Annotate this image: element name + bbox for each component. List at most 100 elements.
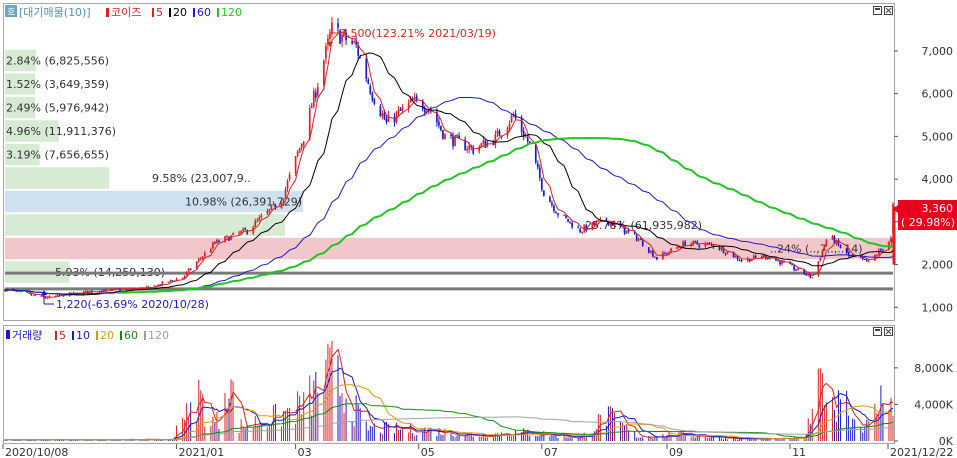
candle-body (839, 245, 842, 248)
candle-body (18, 290, 20, 292)
candle-body (268, 209, 271, 212)
price-tick-label: 7,000 (922, 45, 954, 58)
legend-ma-60: 60 (197, 6, 211, 19)
candle-body (635, 234, 638, 241)
volume-legend-name: 거래량 (12, 329, 42, 342)
candle-body (300, 144, 303, 149)
candle-body (734, 256, 737, 258)
candle-body (232, 232, 234, 235)
candle-body (623, 227, 626, 234)
candle-body (46, 298, 49, 300)
candle-body (185, 271, 188, 276)
candle-body (649, 250, 652, 253)
candle-body (44, 297, 47, 299)
candle-body (819, 258, 822, 261)
candle-body (508, 123, 511, 129)
candle-body (189, 268, 192, 270)
candle-body (187, 268, 190, 272)
candle-body (880, 249, 882, 251)
last-change: ( 29.98%) (901, 216, 955, 229)
candle-body (605, 218, 608, 221)
candle-body (823, 245, 826, 250)
candle-body (381, 113, 384, 116)
candle-body (873, 255, 876, 261)
candle-body (369, 86, 372, 94)
candle-body (413, 97, 416, 100)
last-price-box: 3,360 ( 29.98%) (893, 200, 957, 230)
candle-body (423, 109, 426, 113)
price-tick-label: 6,000 (922, 88, 954, 101)
candle-body (30, 293, 33, 296)
last-candle (892, 206, 896, 265)
candle-body (752, 255, 755, 259)
legend-marker-5 (152, 8, 154, 17)
candle-body (183, 275, 186, 278)
legend-ma-20: 20 (173, 6, 187, 19)
candle-body (579, 228, 582, 233)
candle-body (726, 251, 729, 254)
candle-body (557, 213, 559, 216)
candle-body (212, 242, 214, 249)
candle-body (647, 247, 650, 253)
legend-ma-120: 120 (148, 329, 169, 342)
legend-marker-20 (96, 331, 98, 340)
candle-body (563, 214, 565, 216)
volume-legend-marker (6, 330, 10, 339)
legend-ma-5: 5 (59, 329, 66, 342)
candle-body (323, 60, 325, 86)
candle-body (316, 86, 319, 96)
maximize-icon[interactable] (873, 6, 882, 15)
candle-body (496, 130, 499, 134)
candle-body (581, 231, 584, 233)
candle-body (367, 79, 370, 84)
candle-body (298, 148, 301, 153)
date-tick-label: 09 (669, 446, 683, 458)
legend-marker-10 (72, 331, 74, 340)
candle-body (656, 256, 658, 260)
profile-label-5: 9.58% (23,007,9.. (152, 172, 251, 185)
candle-body (385, 118, 388, 122)
candle-body (795, 269, 797, 271)
candle-body (831, 235, 834, 240)
candle-body (468, 145, 471, 150)
candle-body (266, 210, 269, 215)
profile-label-1: 1.52% (3,649,359) (6, 78, 109, 91)
candle-body (845, 248, 848, 253)
price-tick-label: 4,000 (922, 173, 954, 186)
candle-body (767, 258, 769, 260)
candle-body (294, 156, 297, 174)
legend-ma-20: 20 (100, 329, 114, 342)
candle-body (260, 215, 263, 218)
candle-body (373, 99, 376, 104)
candle-body (270, 205, 273, 210)
legend-name-marker (106, 8, 109, 17)
candle-body (565, 215, 567, 218)
candle-body (494, 134, 497, 146)
candle-body (84, 290, 87, 292)
candle-body (371, 93, 374, 100)
candle-body (807, 273, 810, 276)
candle-body (484, 140, 487, 148)
profile-label-3: 4.96% (11,911,376) (6, 125, 116, 138)
volume-tick-label: 8,000K (914, 362, 953, 375)
volume-maximize-icon[interactable] (873, 327, 882, 336)
candle-body (199, 258, 202, 260)
candle-body (536, 163, 539, 168)
candle-body (325, 45, 327, 59)
candle-body (878, 249, 880, 255)
candle-body (240, 231, 242, 234)
candle-body (226, 235, 228, 237)
candle-body (637, 238, 640, 241)
date-tick-label: 2021/12/22 (890, 446, 953, 458)
candle-body (882, 249, 884, 251)
candle-body (577, 227, 580, 229)
candle-body (718, 247, 721, 250)
candle-body (738, 260, 741, 262)
candle-body (438, 121, 440, 126)
candle-body (40, 295, 43, 297)
candle-body (538, 167, 541, 178)
candle-body (641, 240, 644, 247)
candle-body (440, 125, 442, 131)
candle-body (654, 256, 656, 258)
legend-marker-60 (193, 8, 195, 17)
